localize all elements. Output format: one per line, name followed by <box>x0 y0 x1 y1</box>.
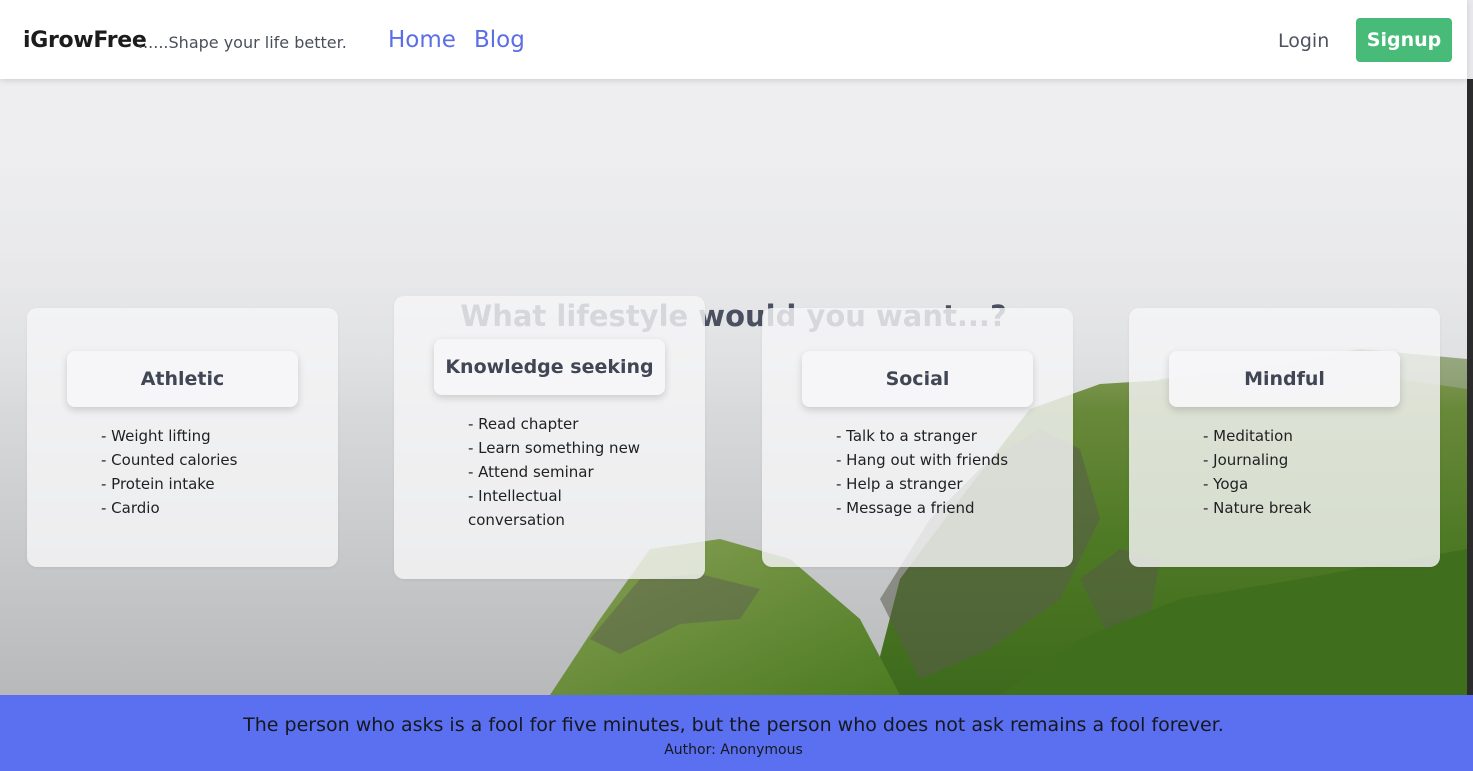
lifestyle-card-social[interactable]: Social - Talk to a stranger - Hang out w… <box>762 308 1073 567</box>
list-item: - Help a stranger <box>836 475 963 493</box>
list-item: - Nature break <box>1203 499 1312 517</box>
nav-home-link[interactable]: Home <box>388 27 456 53</box>
list-item: - Learn something new <box>468 439 641 457</box>
card-items: - Meditation - Journaling - Yoga - Natur… <box>1203 424 1403 520</box>
list-item: - Hang out with friends <box>836 451 1009 469</box>
list-item: - Protein intake <box>101 475 215 493</box>
card-title: Social <box>802 351 1033 407</box>
brand-logo[interactable]: iGrowFree <box>23 28 147 53</box>
list-item: - Cardio <box>101 499 160 517</box>
hero-section: What lifestyle would you want...? Athlet… <box>0 79 1467 695</box>
nav-blog-link[interactable]: Blog <box>474 27 525 53</box>
list-item: - Yoga <box>1203 475 1249 493</box>
card-title: Mindful <box>1169 351 1400 407</box>
list-item: - Counted calories <box>101 451 238 469</box>
lifestyle-card-mindful[interactable]: Mindful - Meditation - Journaling - Yoga… <box>1129 308 1440 567</box>
signup-button[interactable]: Signup <box>1356 18 1452 62</box>
list-item: - Attend seminar <box>468 463 594 481</box>
card-title: Knowledge seeking <box>434 339 665 395</box>
list-item: - Message a friend <box>836 499 975 517</box>
list-item: - Meditation <box>1203 427 1293 445</box>
lifestyle-card-athletic[interactable]: Athletic - Weight lifting - Counted calo… <box>27 308 338 567</box>
lifestyle-card-knowledge-seeking[interactable]: Knowledge seeking - Read chapter - Learn… <box>394 296 705 579</box>
list-item: - Talk to a stranger <box>836 427 977 445</box>
navbar: iGrowFree ......Shape your life better. … <box>0 0 1467 79</box>
footer: The person who asks is a fool for five m… <box>0 695 1473 771</box>
list-item: - Intellectual conversation <box>468 487 565 529</box>
brand-tagline: ......Shape your life better. <box>138 33 347 52</box>
card-title: Athletic <box>67 351 298 407</box>
card-items: - Weight lifting - Counted calories - Pr… <box>101 424 301 520</box>
list-item: - Journaling <box>1203 451 1289 469</box>
scrollbar[interactable] <box>1467 79 1473 695</box>
card-items: - Read chapter - Learn something new - A… <box>468 412 648 532</box>
footer-author: Author: Anonymous <box>664 742 803 758</box>
list-item: - Weight lifting <box>101 427 211 445</box>
login-button[interactable]: Login <box>1278 30 1329 52</box>
footer-quote: The person who asks is a fool for five m… <box>243 714 1224 736</box>
list-item: - Read chapter <box>468 415 579 433</box>
card-items: - Talk to a stranger - Hang out with fri… <box>836 424 1036 520</box>
